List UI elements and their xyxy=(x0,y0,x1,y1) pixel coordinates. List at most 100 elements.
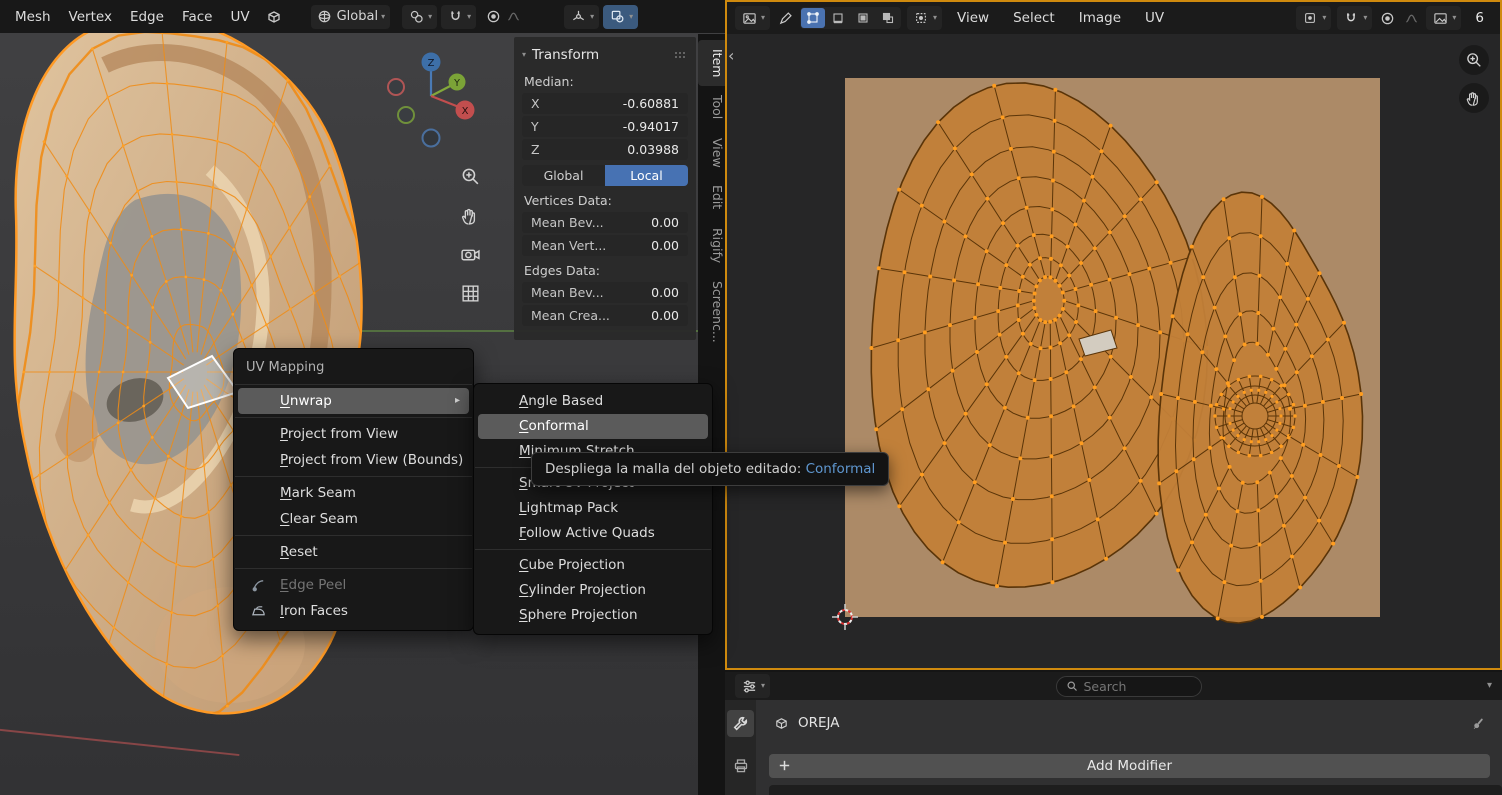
pivot-point-icon xyxy=(407,8,425,26)
uv-editor[interactable]: ▾ ▾ View Select Image UV ▾ ▾ ▾ 6 ‹ xyxy=(725,0,1502,670)
menu-item-lightmap-pack[interactable]: Lightmap Pack xyxy=(478,496,708,521)
render-slot-value[interactable]: 6 xyxy=(1467,10,1492,26)
global-button[interactable]: Global xyxy=(522,165,605,186)
navigation-gizmo[interactable]: Z Y X xyxy=(383,46,479,150)
uv-menu-image[interactable]: Image xyxy=(1070,7,1130,29)
menu-item-label: Edge Peel xyxy=(280,577,347,593)
panel-collapse-icon[interactable]: ▾ xyxy=(522,51,526,59)
pan-hand-icon[interactable] xyxy=(456,201,484,229)
uv-select-edge-icon[interactable] xyxy=(826,8,850,28)
pan-hand-icon[interactable] xyxy=(1459,83,1489,113)
local-button[interactable]: Local xyxy=(605,165,688,186)
tab-modifiers[interactable] xyxy=(727,710,754,737)
header-collapse-icon[interactable]: ▾ xyxy=(1487,681,1492,691)
uv-select-vertex-icon[interactable] xyxy=(801,8,826,28)
falloff-curve-icon[interactable] xyxy=(504,8,522,26)
submenu-arrow-icon: ▸ xyxy=(454,395,460,406)
uv-select-island-icon[interactable] xyxy=(876,8,900,28)
mean-vertex-crease-field[interactable]: Mean Vert... 0.00 xyxy=(522,235,688,256)
tab-tool[interactable]: Tool xyxy=(698,86,725,128)
menu-face[interactable]: Face xyxy=(173,6,222,28)
menu-item-conformal[interactable]: Conformal xyxy=(478,414,708,439)
zoom-icon[interactable] xyxy=(456,162,484,190)
menu-item-unwrap[interactable]: Unwrap ▸ xyxy=(238,388,469,414)
menu-vertex[interactable]: Vertex xyxy=(60,6,121,28)
median-z-field[interactable]: Z 0.03988 xyxy=(522,139,688,160)
editor-type-dropdown[interactable]: ▾ xyxy=(735,6,771,30)
falloff-curve-icon[interactable] xyxy=(1402,9,1420,27)
menu-item-sphere-projection[interactable]: Sphere Projection xyxy=(478,603,708,628)
modifier-panel-header[interactable] xyxy=(769,785,1502,795)
menu-item-reset[interactable]: Reset xyxy=(238,539,469,565)
tab-screencast[interactable]: Screenc... xyxy=(698,272,725,352)
chevron-down-icon: ▾ xyxy=(761,681,766,690)
zoom-icon[interactable] xyxy=(1459,45,1489,75)
mean-crease-field[interactable]: Mean Crea... 0.00 xyxy=(522,305,688,326)
menu-item-clear-seam[interactable]: Clear Seam xyxy=(238,506,469,532)
uv-edit-pencil-icon[interactable] xyxy=(776,9,794,27)
tab-item[interactable]: Item xyxy=(698,40,725,87)
menu-item-follow-active-quads[interactable]: Follow Active Quads xyxy=(478,521,708,546)
menu-item-project-from-view[interactable]: Project from View xyxy=(238,421,469,447)
select-mode-icon[interactable] xyxy=(265,8,283,26)
mean-bevel-weight-field[interactable]: Mean Bev... 0.00 xyxy=(522,212,688,233)
menu-item-label: Lightmap Pack xyxy=(519,500,619,516)
menu-item-angle-based[interactable]: Angle Based xyxy=(478,389,708,414)
menu-item-project-from-view-bounds[interactable]: Project from View (Bounds) xyxy=(238,447,469,473)
menu-item-label: Cylinder Projection xyxy=(519,582,646,598)
tab-edit[interactable]: Edit xyxy=(698,176,725,218)
search-input[interactable] xyxy=(1083,678,1186,694)
snap-target-dropdown[interactable]: ▾ xyxy=(1296,6,1332,30)
camera-view-icon[interactable] xyxy=(456,240,484,268)
axis-neg-x-ball[interactable] xyxy=(387,78,405,96)
uv-select-face-icon[interactable] xyxy=(851,8,875,28)
edge-peel-icon xyxy=(249,576,267,594)
overlays-toggle[interactable]: ▾ xyxy=(603,4,639,29)
editor-type-dropdown[interactable]: ▾ xyxy=(735,674,771,698)
menu-uv[interactable]: UV xyxy=(221,6,258,28)
tab-rigify[interactable]: Rigify xyxy=(698,219,725,272)
orientation-dropdown[interactable]: Global ▾ xyxy=(310,4,391,29)
uv-menu-uv[interactable]: UV xyxy=(1136,7,1173,29)
menu-item-iron-faces[interactable]: Iron Faces xyxy=(238,598,469,624)
image-editor-icon xyxy=(740,9,758,27)
mean-edge-bevel-field[interactable]: Mean Bev... 0.00 xyxy=(522,282,688,303)
field-label: Mean Bev... xyxy=(531,285,604,300)
tab-output[interactable] xyxy=(727,752,754,779)
sticky-select-dropdown[interactable]: ▾ xyxy=(907,6,943,30)
menu-separator xyxy=(235,568,472,569)
uv-menu-select[interactable]: Select xyxy=(1004,7,1064,29)
axis-neg-z-ball[interactable] xyxy=(421,128,441,148)
uv-canvas[interactable] xyxy=(727,34,1500,668)
gizmo-dropdown[interactable]: ▾ xyxy=(564,4,600,29)
field-value: 0.00 xyxy=(651,238,679,253)
menu-item-mark-seam[interactable]: Mark Seam xyxy=(238,480,469,506)
sidebar-expand-icon[interactable]: ‹ xyxy=(728,48,734,64)
menu-item-cylinder-projection[interactable]: Cylinder Projection xyxy=(478,578,708,603)
tab-view[interactable]: View xyxy=(698,129,725,177)
field-value: 0.00 xyxy=(651,308,679,323)
pin-icon[interactable] xyxy=(1471,716,1486,731)
axis-y-label: Y xyxy=(453,78,460,89)
proportional-editing-icon[interactable] xyxy=(1378,9,1396,27)
axis-x-label: X xyxy=(462,106,469,117)
menu-edge[interactable]: Edge xyxy=(121,6,173,28)
axis-neg-y-ball[interactable] xyxy=(397,106,415,124)
menu-separator xyxy=(235,384,472,385)
uv-menu-view[interactable]: View xyxy=(948,7,998,29)
proportional-editing-icon[interactable] xyxy=(484,8,502,26)
search-box[interactable] xyxy=(1055,675,1202,697)
orthographic-grid-icon[interactable] xyxy=(456,279,484,307)
median-y-field[interactable]: Y -0.94017 xyxy=(522,116,688,137)
add-modifier-button[interactable]: Add Modifier xyxy=(769,754,1490,778)
object-name: OREJA xyxy=(798,715,840,731)
menu-separator xyxy=(235,535,472,536)
snap-dropdown[interactable]: ▾ xyxy=(441,4,477,29)
median-x-field[interactable]: X -0.60881 xyxy=(522,93,688,114)
panel-grip-icon[interactable] xyxy=(674,51,688,59)
menu-item-cube-projection[interactable]: Cube Projection xyxy=(478,553,708,578)
uv-snap-dropdown[interactable]: ▾ xyxy=(1337,6,1373,30)
pivot-dropdown[interactable]: ▾ xyxy=(402,4,438,29)
image-pin-dropdown[interactable]: ▾ xyxy=(1426,6,1462,30)
menu-mesh[interactable]: Mesh xyxy=(6,6,60,28)
